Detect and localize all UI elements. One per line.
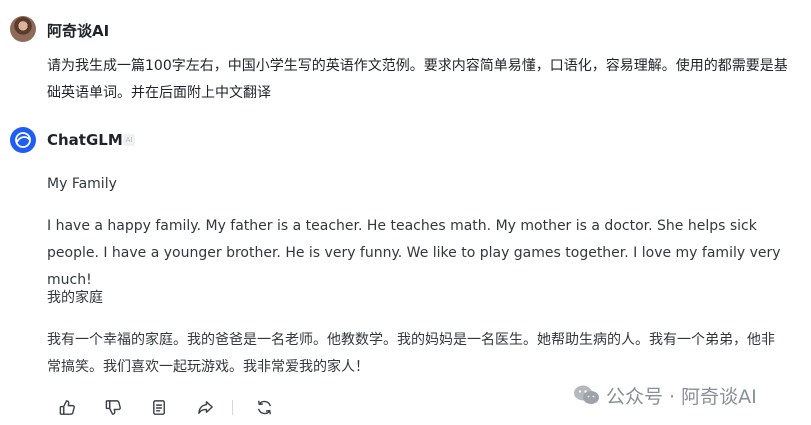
user-avatar — [10, 16, 36, 42]
thumbs-down-icon[interactable] — [102, 396, 124, 418]
share-icon[interactable] — [194, 396, 216, 418]
thumbs-up-icon[interactable] — [56, 396, 78, 418]
essay-body-cn: 我有一个幸福的家庭。我的爸爸是一名老师。他教数学。我的妈妈是一名医生。她帮助生病… — [47, 332, 775, 375]
copy-icon[interactable] — [148, 396, 170, 418]
wechat-icon — [574, 385, 599, 404]
essay-title-en: My Family — [47, 176, 117, 192]
user-message-text: 请为我生成一篇100字左右，中国小学生写的英语作文范例。要求内容简单易懂，口语化… — [47, 58, 788, 101]
essay-title-cn: 我的家庭 — [47, 290, 103, 306]
watermark-text: 公众号 · 阿奇谈AI — [606, 385, 757, 408]
essay-body-en: I have a happy family. My father is a te… — [47, 218, 781, 288]
message-toolbar — [56, 396, 299, 418]
wechat-watermark: 公众号 · 阿奇谈AI — [572, 380, 757, 410]
bot-name: ChatGLM — [47, 131, 123, 149]
toolbar-divider — [232, 399, 233, 415]
ai-badge: AI — [123, 134, 135, 146]
chatglm-logo-icon — [10, 127, 36, 153]
user-name: 阿奇谈AI — [47, 22, 110, 40]
regenerate-icon[interactable] — [253, 396, 275, 418]
